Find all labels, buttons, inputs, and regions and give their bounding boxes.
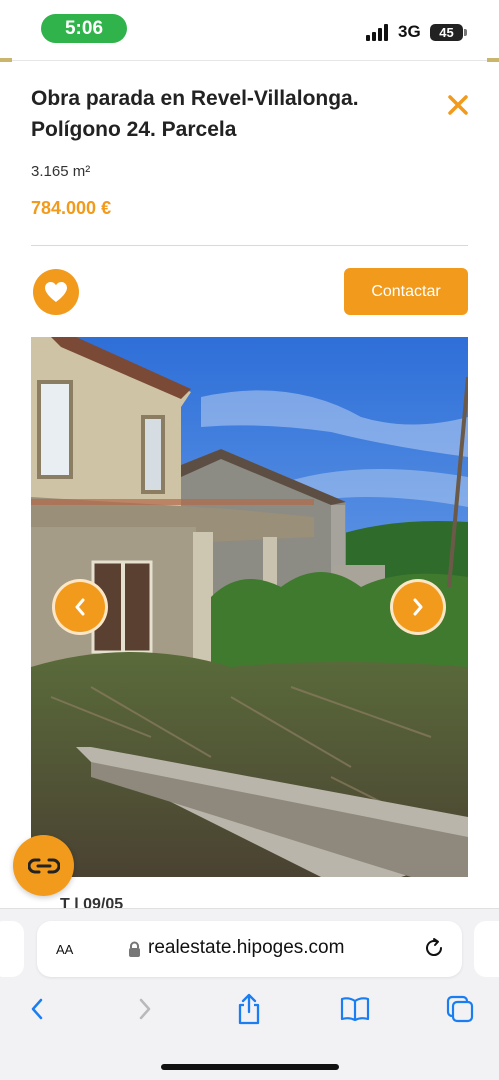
contact-button[interactable]: Contactar	[344, 268, 468, 315]
close-icon	[448, 95, 468, 115]
favorite-button[interactable]	[33, 269, 79, 315]
listing-price: 784.000 €	[31, 198, 112, 218]
previous-tab-peek[interactable]	[0, 921, 24, 977]
previous-photo-button[interactable]	[52, 579, 108, 635]
network-type: 3G	[398, 22, 421, 41]
status-time: 5:06	[41, 14, 127, 43]
tabs-icon	[446, 995, 474, 1023]
chat-button[interactable]	[13, 835, 74, 896]
next-photo-button[interactable]	[390, 579, 446, 635]
tabs-button[interactable]	[440, 991, 480, 1027]
chevron-right-icon	[413, 598, 423, 616]
text-size-button[interactable]: AA	[56, 938, 73, 959]
reload-icon[interactable]	[422, 936, 446, 960]
text-size-label: AA	[56, 942, 74, 957]
status-bar: 5:06 3G 45	[0, 0, 499, 60]
bookmarks-icon	[340, 997, 370, 1022]
bookmarks-button[interactable]	[335, 991, 375, 1027]
divider	[31, 245, 468, 246]
signal-icon	[366, 24, 390, 41]
share-icon	[238, 993, 260, 1025]
card-corner	[0, 58, 12, 62]
card-corner	[487, 58, 499, 62]
browser-toolbar: AA realestate.hipoges.com	[0, 908, 499, 1080]
forward-button[interactable]	[125, 991, 165, 1027]
heart-icon	[45, 282, 67, 302]
back-icon	[31, 998, 43, 1020]
battery-icon: 45	[430, 24, 467, 41]
address-bar[interactable]: AA realestate.hipoges.com	[37, 921, 462, 977]
chevron-left-icon	[75, 598, 85, 616]
share-button[interactable]	[229, 991, 269, 1027]
home-indicator	[161, 1064, 339, 1070]
lock-icon	[129, 941, 140, 957]
forward-icon	[139, 998, 151, 1020]
back-button[interactable]	[17, 991, 57, 1027]
listing-title: Obra parada en Revel-Villalonga. Polígon…	[31, 87, 359, 141]
chat-icon	[27, 858, 60, 873]
url-text: realestate.hipoges.com	[148, 937, 345, 958]
next-tab-peek[interactable]	[474, 921, 499, 977]
close-button[interactable]	[444, 91, 472, 119]
listing-area: 3.165 m²	[31, 163, 91, 180]
